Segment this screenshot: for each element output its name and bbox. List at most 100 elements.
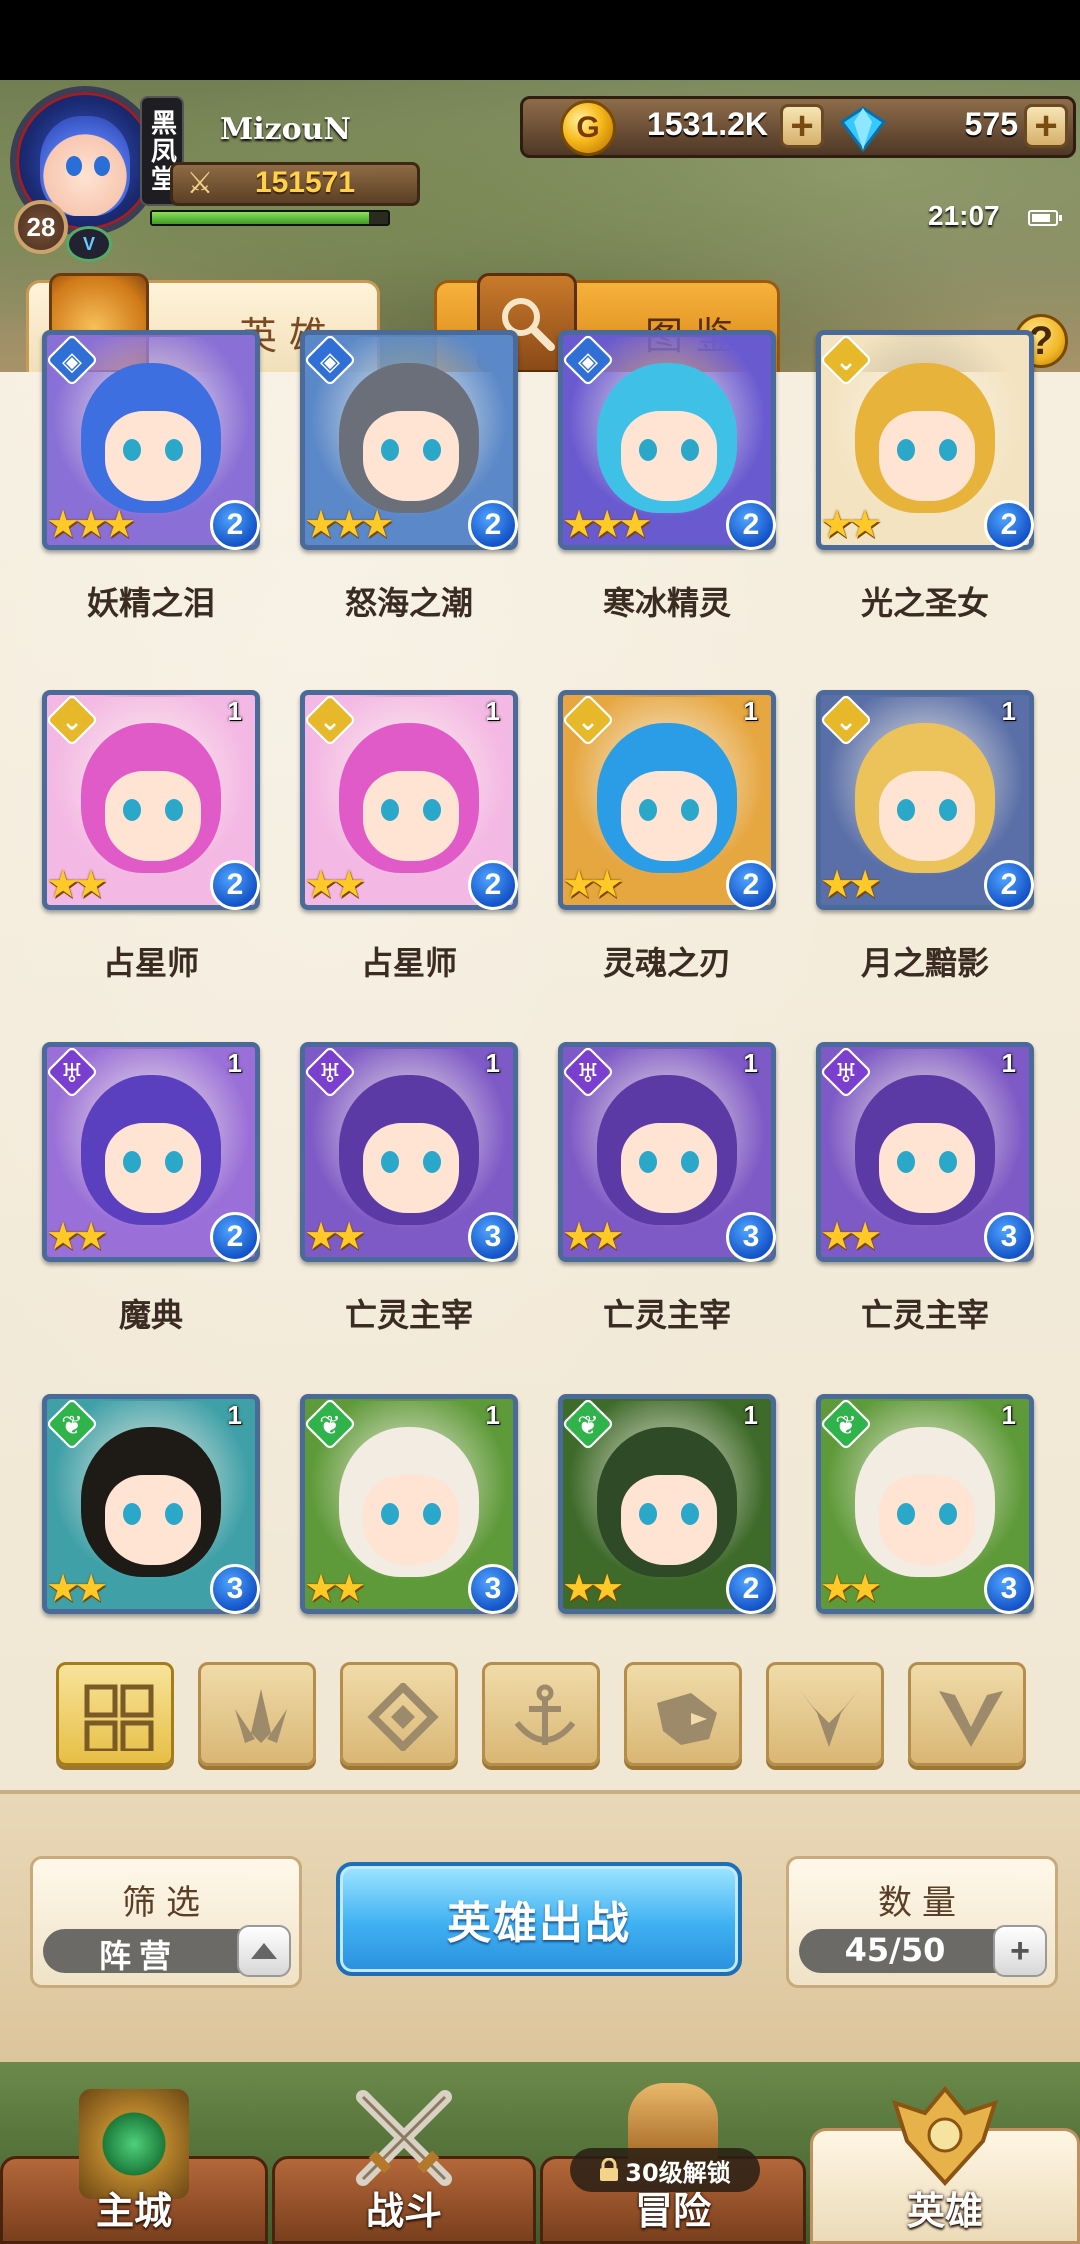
- battery-icon: [1028, 210, 1062, 226]
- hero-eye-right: [939, 1503, 957, 1525]
- chevron-up-icon[interactable]: [237, 1925, 291, 1977]
- hero-face: [105, 1123, 201, 1213]
- filter-anchor[interactable]: [482, 1662, 600, 1766]
- experience-bar-fill: [152, 212, 370, 224]
- hero-stage-badge: 2: [726, 860, 776, 910]
- hero-eye-right: [681, 799, 699, 821]
- faction-blue-icon: ◈: [578, 347, 598, 377]
- hero-card[interactable]: ⌄ 1 ★★ 2: [816, 690, 1034, 910]
- hero-count: 1: [227, 1048, 242, 1078]
- hero-name: 月之黯影: [860, 944, 989, 982]
- filter-anchor-icon: [514, 1684, 576, 1745]
- hero-eye-left: [897, 1503, 915, 1525]
- hero-name: 怒海之潮: [344, 584, 473, 622]
- faction-green-icon: ❦: [61, 1411, 83, 1441]
- player-name: MizouN: [220, 112, 351, 147]
- faction-purple-icon: ♅: [60, 1059, 84, 1089]
- hero-count: 1: [1001, 1400, 1016, 1430]
- filter-forest[interactable]: [198, 1662, 316, 1766]
- hero-card[interactable]: ❦ 1 ★★ 3: [816, 1394, 1034, 1614]
- hero-name: 寒冰精灵: [602, 584, 731, 622]
- hero-name: 占星师: [360, 944, 457, 982]
- hero-stage-badge: 2: [210, 500, 260, 550]
- filter-demon[interactable]: [766, 1662, 884, 1766]
- star-rating: ★★: [304, 1214, 366, 1258]
- player-level-badge: 28: [14, 200, 68, 254]
- hero-stage-badge: 2: [984, 860, 1034, 910]
- faction-green-icon: ❦: [319, 1411, 341, 1441]
- faction-gold-icon: ⌄: [577, 707, 599, 737]
- hero-card[interactable]: ⌄ 1 ★★ 2: [558, 690, 776, 910]
- expand-capacity-button[interactable]: +: [993, 1925, 1047, 1977]
- filter-light[interactable]: [908, 1662, 1026, 1766]
- hero-card[interactable]: ♅ 1 ★★ 3: [300, 1042, 518, 1262]
- hero-stage-badge: 3: [210, 1564, 260, 1614]
- hero-card[interactable]: ⌄ ★★ 2: [816, 330, 1034, 550]
- add-gems-button[interactable]: +: [1024, 104, 1068, 148]
- nav-main-city[interactable]: 主城: [0, 2089, 268, 2244]
- hero-card[interactable]: ⌄ 1 ★★ 2: [300, 690, 518, 910]
- hero-face: [621, 771, 717, 861]
- hero-card[interactable]: ❦ 1 ★★ 2: [558, 1394, 776, 1614]
- hero-face: [879, 1475, 975, 1565]
- filter-dropdown[interactable]: 阵营: [43, 1925, 291, 1977]
- hero-eye-left: [639, 439, 657, 461]
- lock-icon: [599, 2157, 619, 2182]
- hero-card[interactable]: ◈ ★★★ 2: [558, 330, 776, 550]
- hero-card[interactable]: ◈ ★★★ 2: [42, 330, 260, 550]
- hero-name: 灵魂之刃: [602, 944, 731, 982]
- hero-name: 妖精之泪: [86, 584, 215, 622]
- nav-battle-label: 战斗: [365, 2189, 442, 2233]
- hero-face: [621, 1123, 717, 1213]
- hero-card[interactable]: ♅ 1 ★★ 3: [816, 1042, 1034, 1262]
- hero-face: [105, 1475, 201, 1565]
- hero-eye-right: [939, 1151, 957, 1173]
- hero-name: 光之圣女: [860, 584, 989, 622]
- hero-face: [621, 1475, 717, 1565]
- hero-card[interactable]: ❦ 1 ★★ 3: [42, 1394, 260, 1614]
- filter-beast-icon: [657, 1693, 717, 1745]
- adventure-lock-tag: 30级解锁: [570, 2148, 760, 2192]
- deploy-heroes-button[interactable]: 英雄出战: [336, 1862, 742, 1976]
- filter-diamond[interactable]: [340, 1662, 458, 1766]
- hero-eye-left: [123, 439, 141, 461]
- hero-eye-right: [423, 1151, 441, 1173]
- nav-heroes[interactable]: 英雄: [810, 2085, 1080, 2244]
- faction-purple-icon: ♅: [834, 1059, 858, 1089]
- hero-card[interactable]: ♅ 1 ★★ 3: [558, 1042, 776, 1262]
- hero-card[interactable]: ⌄ 1 ★★ 2: [42, 690, 260, 910]
- hero-eye-right: [681, 439, 699, 461]
- hero-card[interactable]: ❦ 1 ★★ 3: [300, 1394, 518, 1614]
- hero-count: 1: [485, 1048, 500, 1078]
- star-rating: ★★: [304, 862, 366, 906]
- add-gold-button[interactable]: +: [780, 104, 824, 148]
- hero-face: [105, 771, 201, 861]
- hero-eye-right: [165, 1503, 183, 1525]
- hero-eye-right: [423, 439, 441, 461]
- faction-blue-icon: ◈: [62, 347, 82, 377]
- filter-control: 筛选 阵营: [30, 1856, 302, 1988]
- filter-beast[interactable]: [624, 1662, 742, 1766]
- filter-all[interactable]: [56, 1662, 174, 1766]
- hero-eye-left: [639, 799, 657, 821]
- nav-battle[interactable]: 战斗: [272, 2090, 536, 2244]
- hero-eye-left: [123, 1151, 141, 1173]
- hero-face: [879, 411, 975, 501]
- hero-eye-left: [897, 439, 915, 461]
- hero-face: [363, 411, 459, 501]
- nav-heroes-label: 英雄: [906, 2189, 983, 2233]
- filter-light-icon: [939, 1691, 1003, 1747]
- filter-forest-icon: [235, 1689, 287, 1743]
- hero-card[interactable]: ◈ ★★★ 2: [300, 330, 518, 550]
- quantity-field: 45/50 +: [799, 1925, 1047, 1977]
- hero-face: [105, 411, 201, 501]
- hero-count: 1: [1001, 696, 1016, 726]
- faction-gold-icon: ⌄: [835, 347, 857, 377]
- hero-card[interactable]: ♅ 1 ★★ 2: [42, 1042, 260, 1262]
- hero-name: 亡灵主宰: [602, 1296, 731, 1334]
- vip-badge-icon: V: [66, 226, 112, 262]
- hero-count: 1: [485, 1400, 500, 1430]
- hero-eye-right: [423, 1503, 441, 1525]
- crossed-swords-icon: [356, 2090, 452, 2186]
- hero-stage-badge: 3: [984, 1212, 1034, 1262]
